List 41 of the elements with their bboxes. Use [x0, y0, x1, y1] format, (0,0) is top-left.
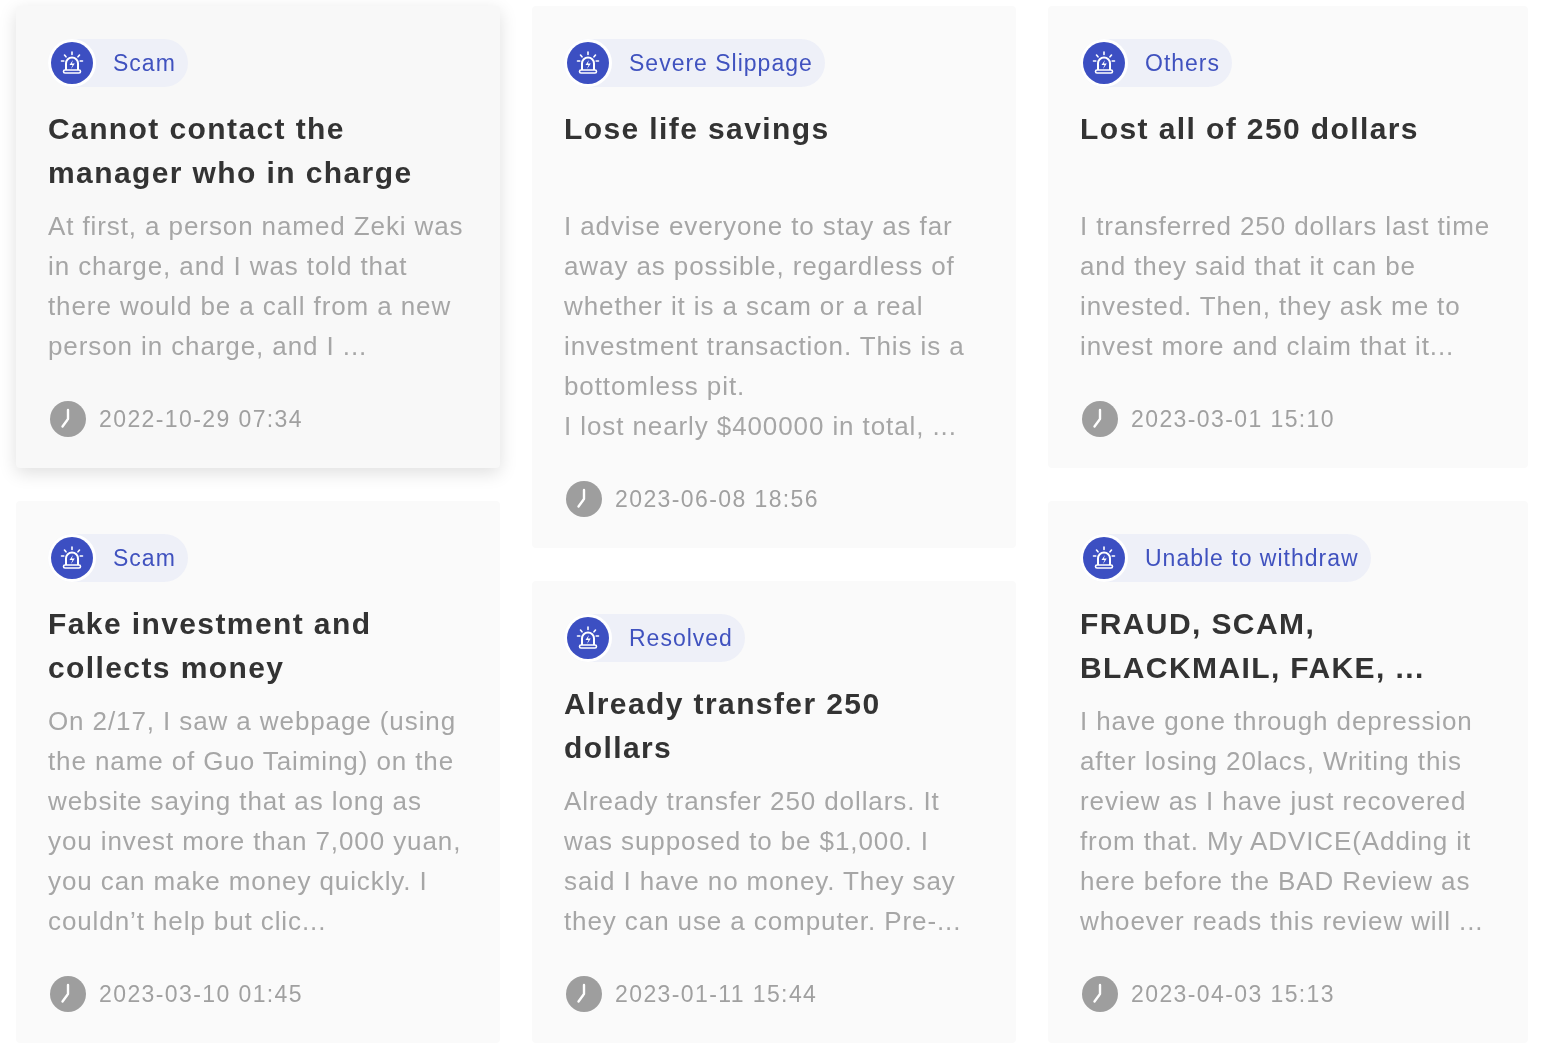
clock-icon: [50, 976, 86, 1012]
review-text: On 2/17, I saw a webpage (using the name of Guo Taiming) on the website saying that as long as you invest more than 7,000 yuan, you can make money quickly. I couldn’t help but clic...: [48, 705, 463, 938]
siren-icon: [564, 614, 612, 662]
category-tag[interactable]: Scam: [48, 39, 188, 87]
review-text: Already transfer 250 dollars. It was supposed to be $1,000. I said I have no money. They say they can use a computer. Pre-...: [564, 785, 963, 938]
review-card[interactable]: [16, 501, 500, 1043]
review-text: At first, a person named Zeki was in charge, and I was told that there would be a call from a new person in charge, and I ...: [48, 210, 465, 363]
review-text: I have gone through depression after losing 20lacs, Writing this review as I have just recovered from that. My ADVICE(Adding it here before the BAD Review as whoever reads this review will ...: [1080, 705, 1485, 938]
clock-icon: [1082, 401, 1118, 437]
review-title: FRAUD, SCAM, BLACKMAIL, FAKE, ...: [1080, 606, 1426, 686]
category-tag[interactable]: Severe Slippage: [564, 39, 825, 87]
category-tag[interactable]: Resolved: [564, 614, 745, 662]
review-date: 2023-03-01 15:10: [1131, 405, 1335, 433]
siren-icon: [564, 39, 612, 87]
review-date: 2023-03-10 01:45: [99, 980, 303, 1008]
review-date: 2023-06-08 18:56: [615, 485, 819, 513]
review-text: I advise everyone to stay as far away as possible, regardless of whether it is a scam or a real investment transaction. This is a bottomless pit. I lost nearly $400000 in total, ...: [564, 210, 966, 443]
review-date: 2023-01-11 15:44: [615, 980, 818, 1008]
review-title: Cannot contact the manager who in charge: [48, 111, 414, 191]
clock-icon: [50, 401, 86, 437]
category-tag[interactable]: Unable to withdraw: [1080, 534, 1371, 582]
review-title: Fake investment and collects money: [48, 606, 373, 686]
clock-icon: [1082, 976, 1118, 1012]
review-card[interactable]: Others Lost all of 250 dollars I transferred 250 dollars last time and they said that it can be invested. Then, they ask me to invest more and claim that it... 2023-03-01 15:10: [1048, 6, 1528, 468]
siren-icon: [48, 39, 96, 87]
review-card[interactable]: Scam Cannot contact the manager who in charge At first, a person named Zeki was in charge, and I was told that there would be a call from a new person in charge, and I ... 2022-10-29 07:34: [16, 6, 500, 468]
siren-icon: [48, 534, 96, 582]
review-date: 2023-04-03 15:13: [1131, 980, 1335, 1008]
category-tag[interactable]: Scam: [48, 534, 188, 582]
clock-icon: [566, 481, 602, 517]
review-title: Lost all of 250 dollars: [1080, 111, 1420, 147]
review-title: Already transfer 250 dollars: [564, 686, 882, 766]
review-card[interactable]: Resolved Already transfer 250 dollars Already transfer 250 dollars. It was supposed to be $1,000. I said I have no money. They say they can use a computer. Pre-... 2023-01-11 15:44: [532, 581, 1016, 1043]
siren-icon: [1080, 39, 1128, 87]
review-date: 2022-10-29 07:34: [99, 405, 303, 433]
review-text: I transferred 250 dollars last time and they said that it can be invested. Then, they ask me to invest more and claim that it...: [1080, 210, 1492, 363]
category-tag[interactable]: Others: [1080, 39, 1233, 87]
siren-icon: [1080, 534, 1128, 582]
review-title: Lose life savings: [564, 111, 831, 147]
review-card[interactable]: [1048, 501, 1528, 1043]
clock-icon: [566, 976, 602, 1012]
